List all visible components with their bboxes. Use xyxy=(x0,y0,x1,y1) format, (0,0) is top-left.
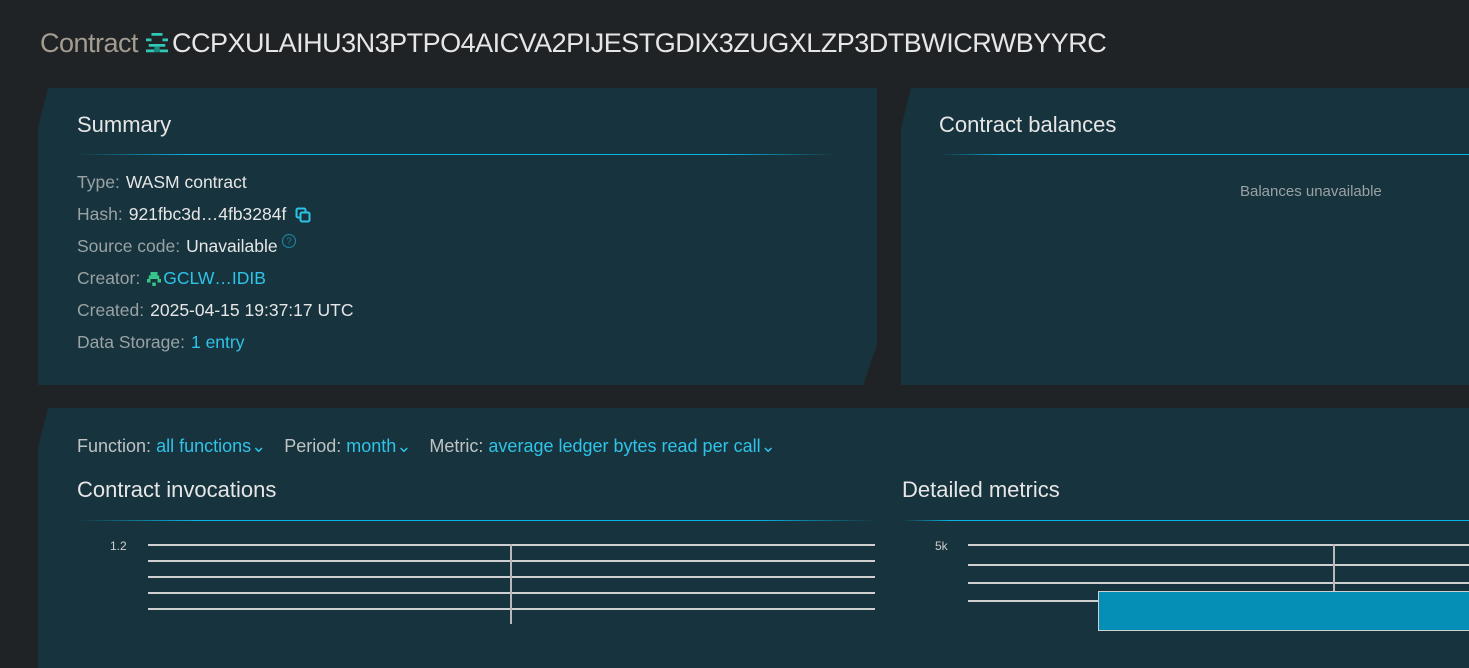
metric-bar[interactable] xyxy=(1098,591,1469,631)
source-row: Source code: Unavailable ? xyxy=(77,236,297,257)
storage-link[interactable]: 1 entry xyxy=(191,332,245,353)
help-icon[interactable]: ? xyxy=(281,233,297,249)
hash-label: Hash: xyxy=(77,204,123,224)
source-value: Unavailable xyxy=(186,236,278,256)
stats-card: Function: all functions⌄ Period: month⌄ … xyxy=(38,408,1469,668)
summary-title: Summary xyxy=(77,112,172,137)
creator-link[interactable]: GCLW…IDIB xyxy=(163,268,266,289)
balances-title: Contract balances xyxy=(939,112,1117,137)
gridline xyxy=(968,544,1469,546)
chevron-down-icon: ⌄ xyxy=(760,436,776,456)
crosshair-line xyxy=(1333,544,1335,594)
balances-card: Contract balances Balances unavailable xyxy=(901,88,1469,385)
creator-row: Creator: GCLW…IDIB xyxy=(77,268,266,289)
storage-label: Data Storage: xyxy=(77,332,185,352)
function-label: Function: xyxy=(77,436,152,456)
function-select[interactable]: all functions xyxy=(156,436,251,456)
summary-card: Summary Type: WASM contract Hash: 921fbc3d… xyxy=(38,88,877,385)
gridline xyxy=(968,582,1469,584)
crosshair-line xyxy=(510,544,512,624)
period-filter[interactable]: Period: month⌄ xyxy=(284,436,411,457)
metrics-title: Detailed metrics xyxy=(902,477,1060,502)
divider xyxy=(77,154,837,155)
created-label: Created: xyxy=(77,300,145,320)
metric-label: Metric: xyxy=(429,436,484,456)
contract-identicon-icon xyxy=(146,32,169,52)
storage-row: Data Storage: 1 entry xyxy=(77,332,244,353)
filters-bar: Function: all functions⌄ Period: month⌄ … xyxy=(77,436,776,457)
balances-empty: Balances unavailable xyxy=(1240,183,1382,200)
period-select[interactable]: month xyxy=(346,436,396,456)
page-title: Contract CCPXULAIHU3N3PTPO4AICVA2PIJESTG… xyxy=(40,28,1107,59)
y-tick-label: 1.2 xyxy=(110,539,127,553)
period-label: Period: xyxy=(284,436,342,456)
created-value: 2025-04-15 19:37:17 UTC xyxy=(150,300,354,320)
divider xyxy=(902,520,1469,521)
created-row: Created: 2025-04-15 19:37:17 UTC xyxy=(77,300,353,321)
chevron-down-icon: ⌄ xyxy=(396,436,412,456)
contract-id[interactable]: CCPXULAIHU3N3PTPO4AICVA2PIJESTGDIX3ZUGXL… xyxy=(172,28,1107,59)
metric-select[interactable]: average ledger bytes read per call xyxy=(488,436,760,456)
source-label: Source code: xyxy=(77,236,181,256)
type-label: Type: xyxy=(77,172,120,192)
type-row: Type: WASM contract xyxy=(77,172,247,193)
account-identicon-icon xyxy=(147,272,161,286)
function-filter[interactable]: Function: all functions⌄ xyxy=(77,436,266,457)
creator-label: Creator: xyxy=(77,268,141,288)
invocations-title: Contract invocations xyxy=(77,477,277,502)
metric-filter[interactable]: Metric: average ledger bytes read per ca… xyxy=(429,436,775,457)
copy-icon[interactable] xyxy=(295,207,311,223)
hash-value: 921fbc3d…4fb3284f xyxy=(128,204,287,224)
hash-row: Hash: 921fbc3d…4fb3284f xyxy=(77,204,311,225)
svg-text:?: ? xyxy=(286,236,292,247)
divider xyxy=(77,520,877,521)
chevron-down-icon: ⌄ xyxy=(251,436,267,456)
gridline xyxy=(968,564,1469,566)
title-label: Contract xyxy=(40,28,139,58)
divider xyxy=(939,154,1469,155)
type-value: WASM contract xyxy=(125,172,247,192)
y-tick-label: 5k xyxy=(935,539,948,553)
